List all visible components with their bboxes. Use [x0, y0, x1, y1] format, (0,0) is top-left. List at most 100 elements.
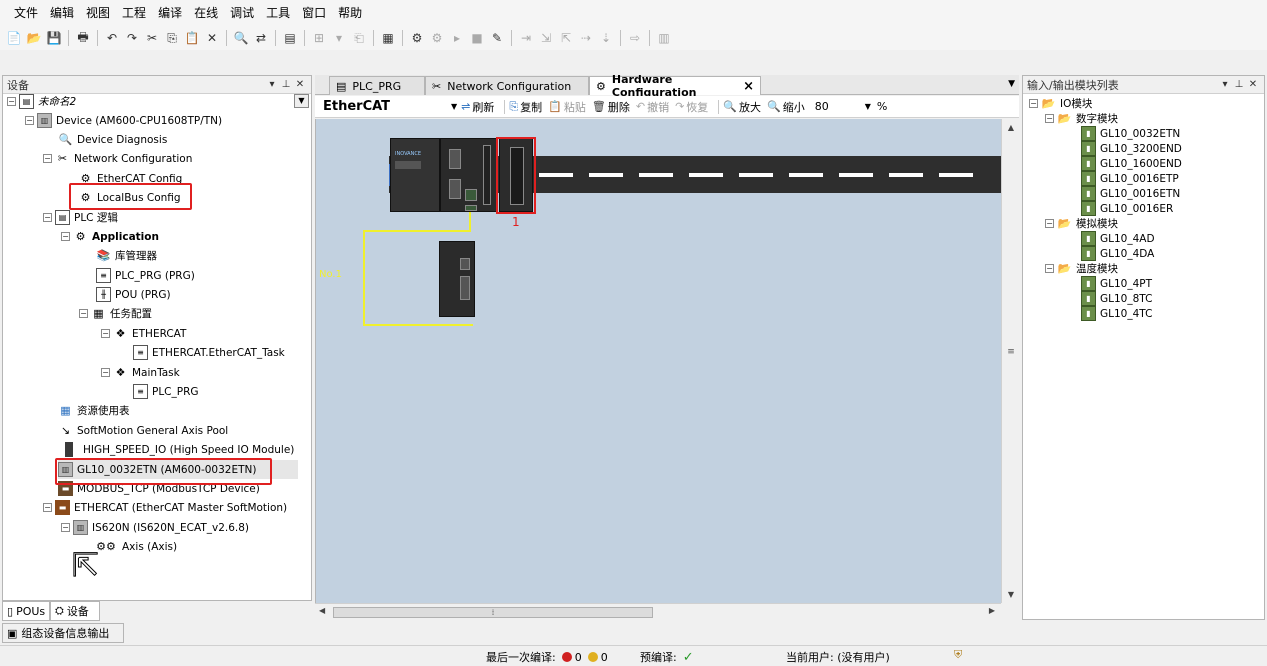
tree-item-pou[interactable]: ╫ POU (PRG) — [96, 285, 171, 304]
replace-icon[interactable]: ⇄ — [253, 30, 269, 46]
panel-close-icon[interactable]: ✕ — [1246, 79, 1260, 90]
tab-pous[interactable]: ▯ POUs — [2, 601, 50, 621]
close-tab-icon[interactable]: × — [743, 79, 754, 94]
servo-drive-no1[interactable] — [439, 241, 475, 317]
step-over-icon[interactable]: ⇥ — [518, 30, 534, 46]
menu-build[interactable]: 编译 — [152, 0, 188, 26]
collapse-icon[interactable]: − — [1029, 99, 1038, 108]
menu-window[interactable]: 窗口 — [296, 0, 332, 26]
tree-item-device-diagnosis[interactable]: 🔍 Device Diagnosis — [58, 130, 168, 149]
collapse-icon[interactable]: − — [101, 368, 110, 377]
tree-item-task-config[interactable]: − ▦ 任务配置 — [79, 304, 152, 323]
insert-icon[interactable]: ⎗ — [351, 30, 367, 46]
tree-item-device[interactable]: − ▥ Device (AM600-CPU1608TP/TN) — [25, 111, 222, 130]
menu-project[interactable]: 工程 — [116, 0, 152, 26]
menu-help[interactable]: 帮助 — [332, 0, 368, 26]
scroll-down-icon[interactable]: ▼ — [1002, 590, 1020, 599]
menu-tools[interactable]: 工具 — [260, 0, 296, 26]
redo-icon[interactable]: ↷ — [124, 30, 140, 46]
tree-item-ethercat-task-call[interactable]: ≡ ETHERCAT.EtherCAT_Task — [133, 343, 285, 362]
collapse-icon[interactable]: − — [1045, 219, 1054, 228]
zoom-dropdown-icon[interactable]: ▼ — [865, 102, 871, 111]
add-folder-icon[interactable]: ▾ — [331, 30, 347, 46]
tree-item-ethercat-master[interactable]: − ▬ ETHERCAT (EtherCAT Master SoftMotion… — [43, 498, 287, 517]
config-icon[interactable]: ▥ — [656, 30, 672, 46]
canvas-horizontal-scrollbar[interactable]: ◀ ⁞ ▶ — [315, 603, 1001, 621]
logout-icon[interactable]: ⚙ — [429, 30, 445, 46]
cut-icon[interactable]: ✂ — [144, 30, 160, 46]
menu-file[interactable]: 文件 — [8, 0, 44, 26]
step-out-icon[interactable]: ⇱ — [558, 30, 574, 46]
canvas-vertical-scrollbar[interactable]: ▲ ≡ ▼ — [1001, 119, 1019, 603]
compile-icon[interactable]: ▦ — [380, 30, 396, 46]
collapse-icon[interactable]: − — [7, 97, 16, 106]
run-icon[interactable]: ▸ — [449, 30, 465, 46]
cpu-power-module[interactable]: INOVANCE — [390, 138, 440, 212]
zoom-in-button[interactable]: 🔍 放大 — [723, 99, 761, 115]
hardware-canvas[interactable]: INOVANCE 1 No.1 — [315, 119, 1001, 603]
undo-icon[interactable]: ↶ — [104, 30, 120, 46]
collapse-icon[interactable]: − — [1045, 114, 1054, 123]
paste-button[interactable]: 📋 粘贴 — [548, 99, 586, 115]
zoom-level-input[interactable]: 80 — [811, 100, 865, 113]
force-icon[interactable]: ⇨ — [627, 30, 643, 46]
io-tree-module[interactable]: ▮ GL10_4TC — [1081, 304, 1152, 323]
delete-icon[interactable]: ✕ — [204, 30, 220, 46]
tree-item-library-manager[interactable]: 📚 库管理器 — [96, 246, 157, 265]
scroll-left-icon[interactable]: ◀ — [319, 606, 325, 615]
panel-dropdown-icon[interactable]: ▾ — [1218, 79, 1232, 90]
collapse-icon[interactable]: − — [79, 309, 88, 318]
tree-item-is620n[interactable]: − ▥ IS620N (IS620N_ECAT_v2.6.8) — [61, 518, 249, 537]
collapse-icon[interactable]: − — [43, 154, 52, 163]
stop-icon[interactable]: ■ — [469, 30, 485, 46]
write-values-icon[interactable]: ⇣ — [598, 30, 614, 46]
redo-button[interactable]: ↷ 恢复 — [675, 99, 708, 115]
copy-button[interactable]: ⎘ 复制 — [509, 99, 542, 115]
collapse-icon[interactable]: − — [61, 232, 70, 241]
tab-plc-prg[interactable]: ▤ PLC_PRG — [329, 76, 425, 95]
collapse-icon[interactable]: − — [43, 503, 52, 512]
bus-type-select[interactable]: EtherCAT ▼ — [323, 99, 461, 114]
find-icon[interactable]: 🔍 — [233, 30, 249, 46]
tree-item-maintask-plc-prg[interactable]: ≡ PLC_PRG — [133, 382, 199, 401]
print-icon[interactable]: 🖶 — [75, 30, 91, 46]
collapse-icon[interactable]: − — [61, 523, 70, 532]
menu-view[interactable]: 视图 — [80, 0, 116, 26]
shield-icon[interactable]: ⛨ — [954, 648, 962, 662]
tab-list-dropdown-icon[interactable]: ▼ — [1008, 79, 1015, 89]
tree-item-network-configuration[interactable]: − ✂ Network Configuration — [43, 149, 192, 168]
collapse-icon[interactable]: − — [25, 116, 34, 125]
tab-network-configuration[interactable]: ✂ Network Configuration — [425, 76, 589, 95]
tab-hardware-configuration[interactable]: ⚙ Hardware Configuration × — [589, 73, 761, 99]
panel-close-icon[interactable]: ✕ — [293, 79, 307, 90]
tree-item-softmotion-pool[interactable]: ↘ SoftMotion General Axis Pool — [58, 421, 228, 440]
refresh-button[interactable]: ⇌ 刷新 — [461, 99, 494, 115]
tree-item-axis[interactable]: ⚙⚙ Axis (Axis) — [94, 537, 177, 556]
add-object-icon[interactable]: ⊞ — [311, 30, 327, 46]
save-icon[interactable]: 💾 — [46, 30, 62, 46]
panel-pin-icon[interactable]: ⊥ — [1232, 79, 1246, 90]
panel-pin-icon[interactable]: ⊥ — [279, 79, 293, 90]
collapse-icon[interactable]: − — [43, 213, 52, 222]
menu-edit[interactable]: 编辑 — [44, 0, 80, 26]
tree-item-ethercat-task[interactable]: − ❖ ETHERCAT — [101, 324, 186, 343]
tab-device-output[interactable]: ▣ 组态设备信息输出 — [2, 623, 124, 643]
menu-debug[interactable]: 调试 — [224, 0, 260, 26]
open-folder-icon[interactable]: 📂 — [26, 30, 42, 46]
tree-item-plc-logic[interactable]: − ▤ PLC 逻辑 — [43, 208, 118, 227]
tree-item-application[interactable]: − ⚙ Application — [61, 227, 159, 246]
tree-item-high-speed-io[interactable]: HIGH_SPEED_IO (High Speed IO Module) — [65, 440, 294, 459]
collapse-icon[interactable]: − — [101, 329, 110, 338]
tree-item-resource-usage[interactable]: ▦ 资源使用表 — [58, 401, 129, 420]
paste-icon[interactable]: 📋 — [184, 30, 200, 46]
scroll-right-icon[interactable]: ▶ — [989, 606, 995, 615]
new-project-icon[interactable]: 📄 — [6, 30, 22, 46]
scroll-thumb[interactable]: ⁞ — [333, 607, 653, 618]
copy-icon[interactable]: ⎘ — [164, 30, 180, 46]
login-icon[interactable]: ⚙ — [409, 30, 425, 46]
tab-devices[interactable]: ⛭ 设备 — [50, 601, 100, 621]
menu-online[interactable]: 在线 — [188, 0, 224, 26]
cpu-module[interactable] — [440, 138, 498, 212]
step-into-icon[interactable]: ⇲ — [538, 30, 554, 46]
undo-button[interactable]: ↶ 撤销 — [636, 99, 669, 115]
